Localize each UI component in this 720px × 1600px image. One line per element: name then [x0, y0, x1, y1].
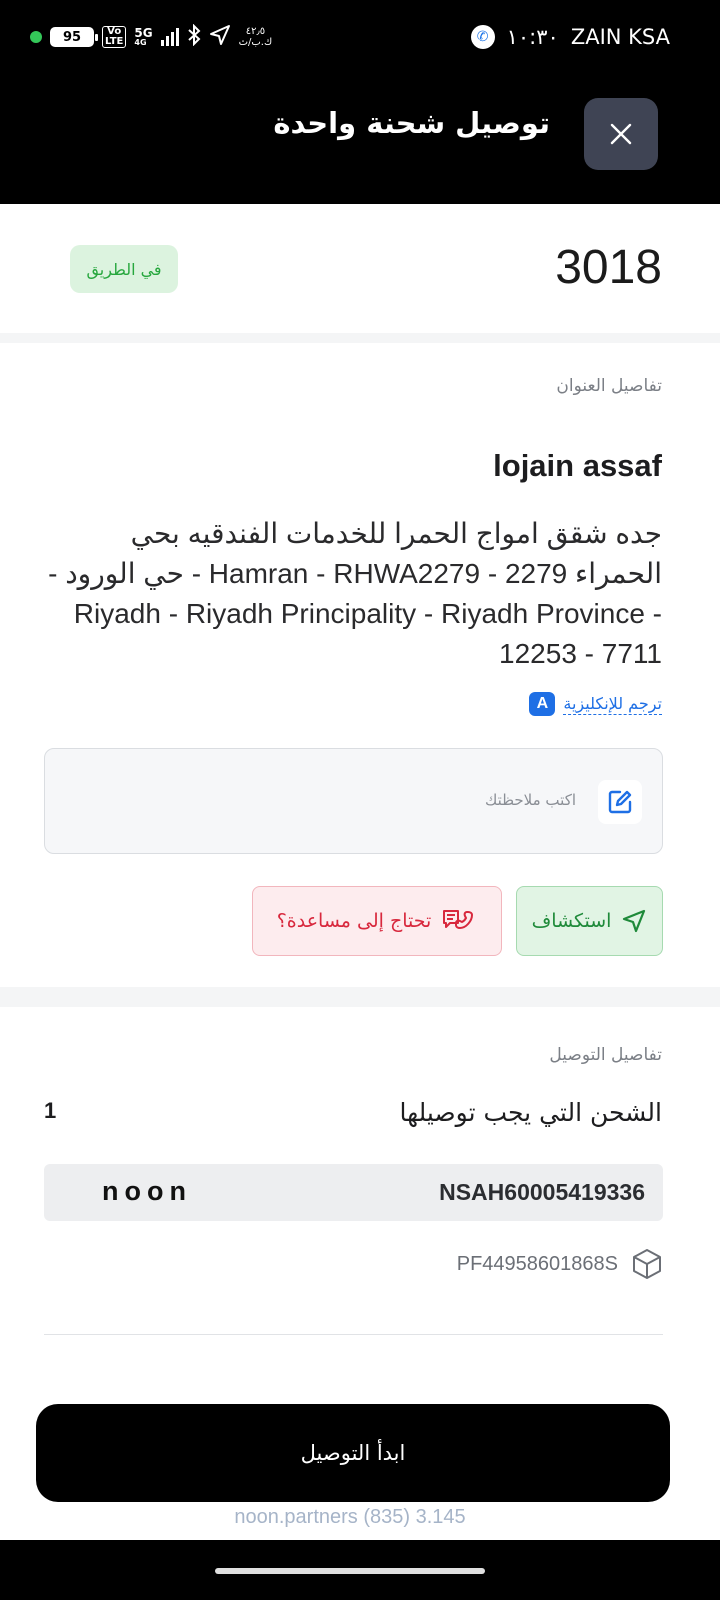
- system-nav-bar: [0, 1540, 720, 1600]
- section-separator: [0, 987, 720, 1007]
- shipment-id: NSAH60005419336: [439, 1179, 645, 1205]
- signal-icon: [160, 28, 179, 46]
- battery-icon: 95: [50, 27, 98, 47]
- translate-button[interactable]: A ترجم للإنكليزية: [529, 692, 662, 716]
- note-input[interactable]: اكتب ملاحظتك: [44, 748, 663, 854]
- translate-icon: A: [529, 692, 556, 716]
- data-speed: ٤٢٫٥ ك.ب/ث: [238, 26, 273, 48]
- section-separator: [0, 333, 720, 343]
- volte-icon: Vo LTE: [102, 26, 127, 48]
- edit-note-icon: [598, 780, 642, 824]
- help-button[interactable]: تحتاج إلى مساعدة؟: [252, 886, 502, 956]
- support-chat-icon: [443, 910, 474, 930]
- carrier-name: ZAIN KSA: [570, 25, 670, 49]
- green-dot-icon: [30, 31, 42, 43]
- shipment-row[interactable]: NSAH60005419336 noon: [44, 1164, 663, 1221]
- location-arrow-icon: [209, 24, 231, 50]
- status-bar-right: ✆ ١٠:٣٠ ZAIN KSA: [470, 22, 670, 52]
- status-bar-left: 95 Vo LTE 5G 4G ٤٢٫٥ ك.ب/ث: [30, 22, 272, 52]
- package-row: PF44958601868S: [457, 1248, 662, 1280]
- package-code: PF44958601868S: [456, 1252, 618, 1275]
- home-indicator[interactable]: [215, 1568, 485, 1574]
- page-title: توصيل شحنة واحدة: [273, 106, 550, 140]
- noon-logo: noon: [102, 1176, 192, 1206]
- status-badge: في الطريق: [70, 245, 178, 293]
- address-section-label: تفاصيل العنوان: [556, 376, 662, 396]
- call-icon: ✆: [470, 25, 495, 49]
- note-placeholder: اكتب ملاحظتك: [484, 791, 576, 809]
- delivery-section-label: تفاصيل التوصيل: [549, 1045, 662, 1065]
- network-type: 5G 4G: [134, 27, 152, 47]
- help-label: تحتاج إلى مساعدة؟: [276, 910, 432, 932]
- shipments-to-deliver-label: الشحن التي يجب توصيلها: [399, 1098, 662, 1127]
- close-button[interactable]: [584, 98, 658, 170]
- status-time: ١٠:٣٠: [506, 25, 559, 49]
- network-sub-label: 4G: [134, 38, 147, 47]
- status-bar: 95 Vo LTE 5G 4G ٤٢٫٥ ك.ب/ث ✆ ١٠:٣٠ ZAIN …: [0, 0, 720, 76]
- bluetooth-icon: [187, 23, 201, 50]
- divider: [44, 1334, 663, 1335]
- navigation-arrow-icon: [623, 909, 646, 933]
- start-delivery-button[interactable]: ابدأ التوصيل: [36, 1404, 670, 1502]
- close-icon: [610, 123, 632, 145]
- explore-button[interactable]: استكشاف: [516, 886, 663, 956]
- translate-label: ترجم للإنكليزية: [563, 693, 662, 715]
- footer-version: noon.partners (835) 3.145: [234, 1506, 466, 1528]
- shipments-count: 1: [44, 1098, 57, 1123]
- package-box-icon: [633, 1249, 661, 1279]
- order-number: 3018: [555, 241, 662, 294]
- customer-name: lojain assaf: [493, 448, 662, 483]
- top-app-bar: توصيل شحنة واحدة: [0, 76, 720, 204]
- explore-label: استكشاف: [531, 910, 612, 932]
- delivery-address: جده شقق امواج الحمرا للخدمات الفندقيه بح…: [48, 518, 662, 669]
